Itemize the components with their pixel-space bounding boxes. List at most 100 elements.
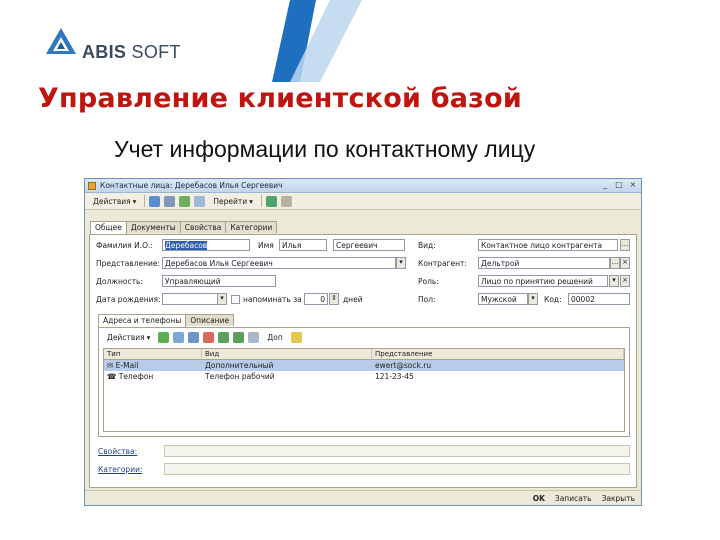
inner-tabs: Адреса и телефоны Описание [98, 314, 235, 327]
toolbar-separator [144, 195, 146, 207]
move-icon[interactable] [149, 195, 161, 207]
row-kind-cell: Дополнительный [205, 361, 274, 370]
contact-window: Контактные лица: Деребасов Илья Сергееви… [84, 178, 642, 506]
surname-input[interactable]: Деребасов [162, 239, 250, 251]
close-button[interactable]: Закрыть [602, 494, 635, 503]
days-label: дней [343, 295, 363, 304]
general-panel: Фамилия И.О.: Деребасов Имя Илья Сергеев… [89, 234, 637, 488]
contacts-table: Тип Вид Представление ✉ E-Mail Дополните… [103, 348, 625, 432]
abis-soft-logo: ABIS SOFT [44, 26, 194, 66]
save-icon[interactable] [164, 195, 176, 207]
table-row[interactable]: ✉ E-Mail Дополнительный ewert@sock.ru [104, 360, 624, 371]
remind-checkbox[interactable] [231, 295, 240, 304]
goto-menu-button[interactable]: Перейти ▾ [209, 195, 257, 208]
edit-icon[interactable] [188, 332, 200, 343]
calendar-button[interactable]: ▾ [217, 293, 227, 305]
email-icon: ✉ [107, 361, 116, 370]
role-label: Роль: [418, 277, 439, 286]
sex-dropdown[interactable]: ▾ [528, 293, 538, 305]
addresses-panel: Действия ▾ Доп Тип Вид Представление ✉ E… [98, 327, 630, 437]
pencil-icon[interactable] [290, 332, 302, 343]
position-input[interactable]: Управляющий [162, 275, 276, 287]
name-label: Имя [258, 241, 274, 250]
close-window-button[interactable]: × [628, 181, 638, 190]
row-value-cell: ewert@sock.ru [375, 361, 432, 370]
contractor-input[interactable]: Дельтрой [478, 257, 610, 269]
maximize-button[interactable]: □ [614, 181, 624, 190]
birthdate-input[interactable] [162, 293, 218, 305]
delete-icon[interactable] [203, 332, 215, 343]
categories-field [164, 463, 630, 475]
categories-link[interactable]: Категории: [98, 465, 142, 474]
window-button-bar: OK Записать Закрыть [85, 490, 641, 505]
representation-label: Представление: [96, 259, 161, 268]
ok-button[interactable]: OK [533, 494, 545, 503]
surname-label: Фамилия И.О.: [96, 241, 153, 250]
structure-icon[interactable] [265, 195, 277, 207]
tab-description[interactable]: Описание [185, 314, 235, 326]
type-label: Вид: [418, 241, 436, 250]
minimize-button[interactable]: _ [600, 181, 610, 190]
column-kind[interactable]: Вид [202, 349, 372, 359]
remind-days-stepper[interactable]: ⇕ [329, 293, 339, 305]
row-type-cell: ✉ E-Mail [107, 361, 139, 370]
tab-documents[interactable]: Документы [125, 221, 181, 233]
save-button[interactable]: Записать [555, 494, 592, 503]
properties-link[interactable]: Свойства: [98, 447, 137, 456]
contractor-clear-button[interactable]: × [620, 257, 630, 269]
slide-title: Управление клиентской базой [38, 83, 522, 114]
copy-icon[interactable] [173, 332, 185, 343]
role-dropdown[interactable]: ▾ [609, 275, 619, 287]
position-label: Должность: [96, 277, 143, 286]
tab-addresses-phones[interactable]: Адреса и телефоны [98, 314, 187, 327]
more-button[interactable]: Доп [263, 331, 286, 344]
patronymic-input[interactable]: Сергеевич [333, 239, 405, 251]
chevron-down-icon: ▾ [146, 333, 151, 342]
contractor-label: Контрагент: [418, 259, 467, 268]
move-down-icon[interactable] [233, 332, 245, 343]
row-kind-cell: Телефон рабочий [205, 372, 275, 381]
contractor-select-button[interactable]: … [610, 257, 620, 269]
chevron-down-icon: ▾ [249, 196, 253, 206]
code-input[interactable]: 00002 [568, 293, 630, 305]
birthdate-label: Дата рождения: [96, 295, 161, 304]
move-up-icon[interactable] [218, 332, 230, 343]
window-app-icon [88, 181, 96, 190]
table-row[interactable]: ☎ Телефон Телефон рабочий 121-23-45 [104, 371, 624, 382]
help-icon[interactable] [194, 195, 206, 207]
main-tabs: Общее Документы Свойства Категории [90, 221, 278, 234]
contacts-actions-button[interactable]: Действия ▾ [103, 331, 154, 344]
main-toolbar: Действия ▾ Перейти ▾ [85, 193, 641, 210]
toolbar-separator [260, 195, 262, 207]
remind-label: напоминать за [243, 295, 302, 304]
column-representation[interactable]: Представление [372, 349, 624, 359]
window-titlebar[interactable]: Контактные лица: Деребасов Илья Сергееви… [85, 179, 641, 193]
contacts-table-header: Тип Вид Представление [104, 349, 624, 360]
window-title: Контактные лица: Деребасов Илья Сергееви… [100, 181, 283, 190]
print-icon[interactable] [280, 195, 292, 207]
row-type-cell: ☎ Телефон [107, 372, 154, 381]
row-value-cell: 121-23-45 [375, 372, 414, 381]
sex-select[interactable]: Мужской [478, 293, 528, 305]
table-icon[interactable] [248, 332, 260, 343]
representation-input[interactable]: Деребасов Илья Сергеевич [162, 257, 396, 269]
add-icon[interactable] [158, 332, 170, 343]
tab-properties[interactable]: Свойства [179, 221, 227, 233]
properties-field [164, 445, 630, 457]
type-input[interactable]: Контактное лицо контрагента [478, 239, 618, 251]
refresh-icon[interactable] [179, 195, 191, 207]
contacts-toolbar: Действия ▾ Доп [103, 331, 302, 344]
tab-general[interactable]: Общее [90, 221, 127, 234]
type-select-button[interactable]: … [620, 239, 630, 251]
chevron-down-icon: ▾ [132, 196, 137, 206]
remind-days-input[interactable]: 0 [304, 293, 328, 305]
column-type[interactable]: Тип [104, 349, 202, 359]
actions-menu-button[interactable]: Действия ▾ [89, 195, 140, 208]
representation-dropdown[interactable]: ▾ [396, 257, 406, 269]
tab-categories[interactable]: Категории [225, 221, 278, 233]
role-clear-button[interactable]: × [620, 275, 630, 287]
name-input[interactable]: Илья [279, 239, 327, 251]
phone-icon: ☎ [107, 372, 119, 381]
role-input[interactable]: Лицо по принятию решений [478, 275, 608, 287]
code-label: Код: [544, 295, 562, 304]
